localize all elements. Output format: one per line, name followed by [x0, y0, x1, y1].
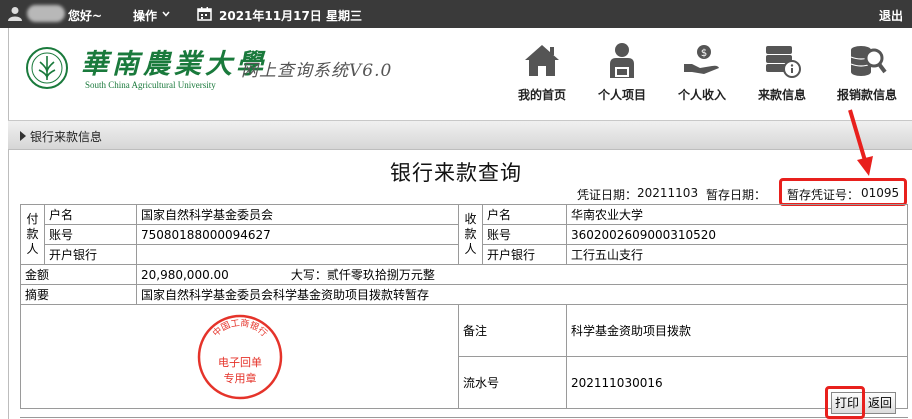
nav-label: 我的首页 [517, 88, 566, 102]
top-bar: 您好~ 操作 2021年11月17日 星期三 退出 [0, 0, 912, 28]
print-button-highlight [825, 386, 865, 419]
payee-name-label: 户名 [482, 204, 567, 225]
summary-value: 国家自然科学基金委员会科学基金资助项目拨款转暂存 [136, 284, 908, 305]
system-name: 网上查询系统V6.0 [241, 61, 393, 81]
content-left-border [8, 150, 9, 419]
payer-bank-value [136, 244, 459, 265]
payee-bank-value: 工行五山支行 [566, 244, 908, 265]
triangle-right-icon [20, 131, 26, 141]
university-name-en: South China Agricultural University [85, 80, 216, 90]
payer-account-label: 账号 [44, 224, 137, 245]
svg-text:中国工商银行: 中国工商银行 [210, 316, 270, 338]
table-row: 付款人 户名 国家自然科学基金委员会 收款人 户名 华南农业大学 [20, 204, 908, 265]
temp-date-label: 暂存日期： [706, 188, 767, 202]
coins-search-icon [850, 46, 887, 76]
payee-label: 收款人 [458, 204, 483, 265]
site-header: 華南農業大學 South China Agricultural Universi… [8, 28, 912, 120]
amount-upper-value: 贰仟零玖拾捌万元整 [326, 268, 435, 282]
remark-value: 科学基金资助项目拨款 [566, 304, 908, 357]
greeting-text: 您好~ [68, 9, 103, 23]
home-icon [525, 45, 559, 76]
university-name-cn: 華南農業大學 [81, 49, 267, 80]
payer-account-value: 75080188000094627 [136, 224, 459, 245]
person-icon [610, 43, 634, 78]
money-info-icon [766, 46, 801, 78]
payee-account-label: 账号 [482, 224, 567, 245]
payer-label: 付款人 [20, 204, 45, 265]
payee-bank-label: 开户银行 [482, 244, 567, 265]
nav-personal-projects[interactable]: 个人项目 [587, 40, 657, 103]
nav-label: 个人收入 [677, 88, 726, 102]
user-icon [8, 7, 22, 21]
blurred-username [27, 5, 65, 22]
payee-account-value: 3602002609000310520 [566, 224, 908, 245]
nav-reimbursement-info[interactable]: 报销款信息 [827, 40, 907, 103]
remark-label: 备注 [458, 304, 567, 357]
payee-name-value: 华南农业大学 [566, 204, 908, 225]
voucher-date-label: 凭证日期： [577, 188, 638, 202]
payer-name-value: 国家自然科学基金委员会 [136, 204, 459, 225]
stamp-cell: 中国工商银行 电子回单 专用章 [20, 304, 459, 409]
table-row: 金额 20,980,000.00 大写：贰仟零玖拾捌万元整 [20, 264, 908, 285]
amount-value: 20,980,000.00 [141, 268, 229, 282]
chevron-down-icon[interactable] [162, 10, 170, 18]
university-logo-icon [26, 47, 68, 89]
calendar-icon [197, 7, 212, 21]
nav-incoming-funds[interactable]: 来款信息 [747, 40, 817, 103]
amount-label: 金额 [20, 264, 137, 285]
amount-cell: 20,980,000.00 大写：贰仟零玖拾捌万元整 [136, 264, 908, 285]
payer-name-label: 户名 [44, 204, 137, 225]
svg-text:电子回单: 电子回单 [218, 356, 262, 369]
temp-voucher-no-highlight [779, 178, 907, 206]
voucher-table: 付款人 户名 国家自然科学基金委员会 收款人 户名 华南农业大学 账号 7508… [20, 204, 908, 409]
nav-personal-income[interactable]: $ 个人收入 [667, 40, 737, 103]
voucher-date-value: 20211103 [637, 186, 699, 200]
svg-text:$: $ [701, 48, 707, 59]
table-row: 中国工商银行 电子回单 专用章 备注 科学基金资助项目拨款 [20, 304, 908, 409]
bank-stamp-icon: 中国工商银行 电子回单 专用章 [197, 314, 282, 399]
payer-bank-label: 开户银行 [44, 244, 137, 265]
serial-label: 流水号 [458, 356, 567, 409]
svg-text:专用章: 专用章 [223, 371, 256, 385]
hand-money-icon: $ [684, 45, 719, 74]
table-row: 摘要 国家自然科学基金委员会科学基金资助项目拨款转暂存 [20, 284, 908, 305]
nav-label: 个人项目 [597, 88, 646, 102]
summary-label: 摘要 [20, 284, 137, 305]
page-title: 银行来款查询 [390, 161, 522, 185]
section-title: 银行来款信息 [30, 130, 103, 144]
current-date: 2021年11月17日 星期三 [219, 9, 362, 23]
logout-link[interactable]: 退出 [879, 7, 903, 24]
nav-home[interactable]: 我的首页 [507, 40, 577, 103]
back-button[interactable]: 返回 [864, 392, 897, 414]
section-header: 银行来款信息 [8, 120, 912, 150]
amount-upper-label: 大写： [290, 268, 327, 282]
table-bottom-line [20, 417, 908, 418]
operations-menu[interactable]: 操作 [133, 7, 157, 24]
nav-label: 报销款信息 [836, 88, 897, 102]
nav-label: 来款信息 [757, 88, 806, 102]
